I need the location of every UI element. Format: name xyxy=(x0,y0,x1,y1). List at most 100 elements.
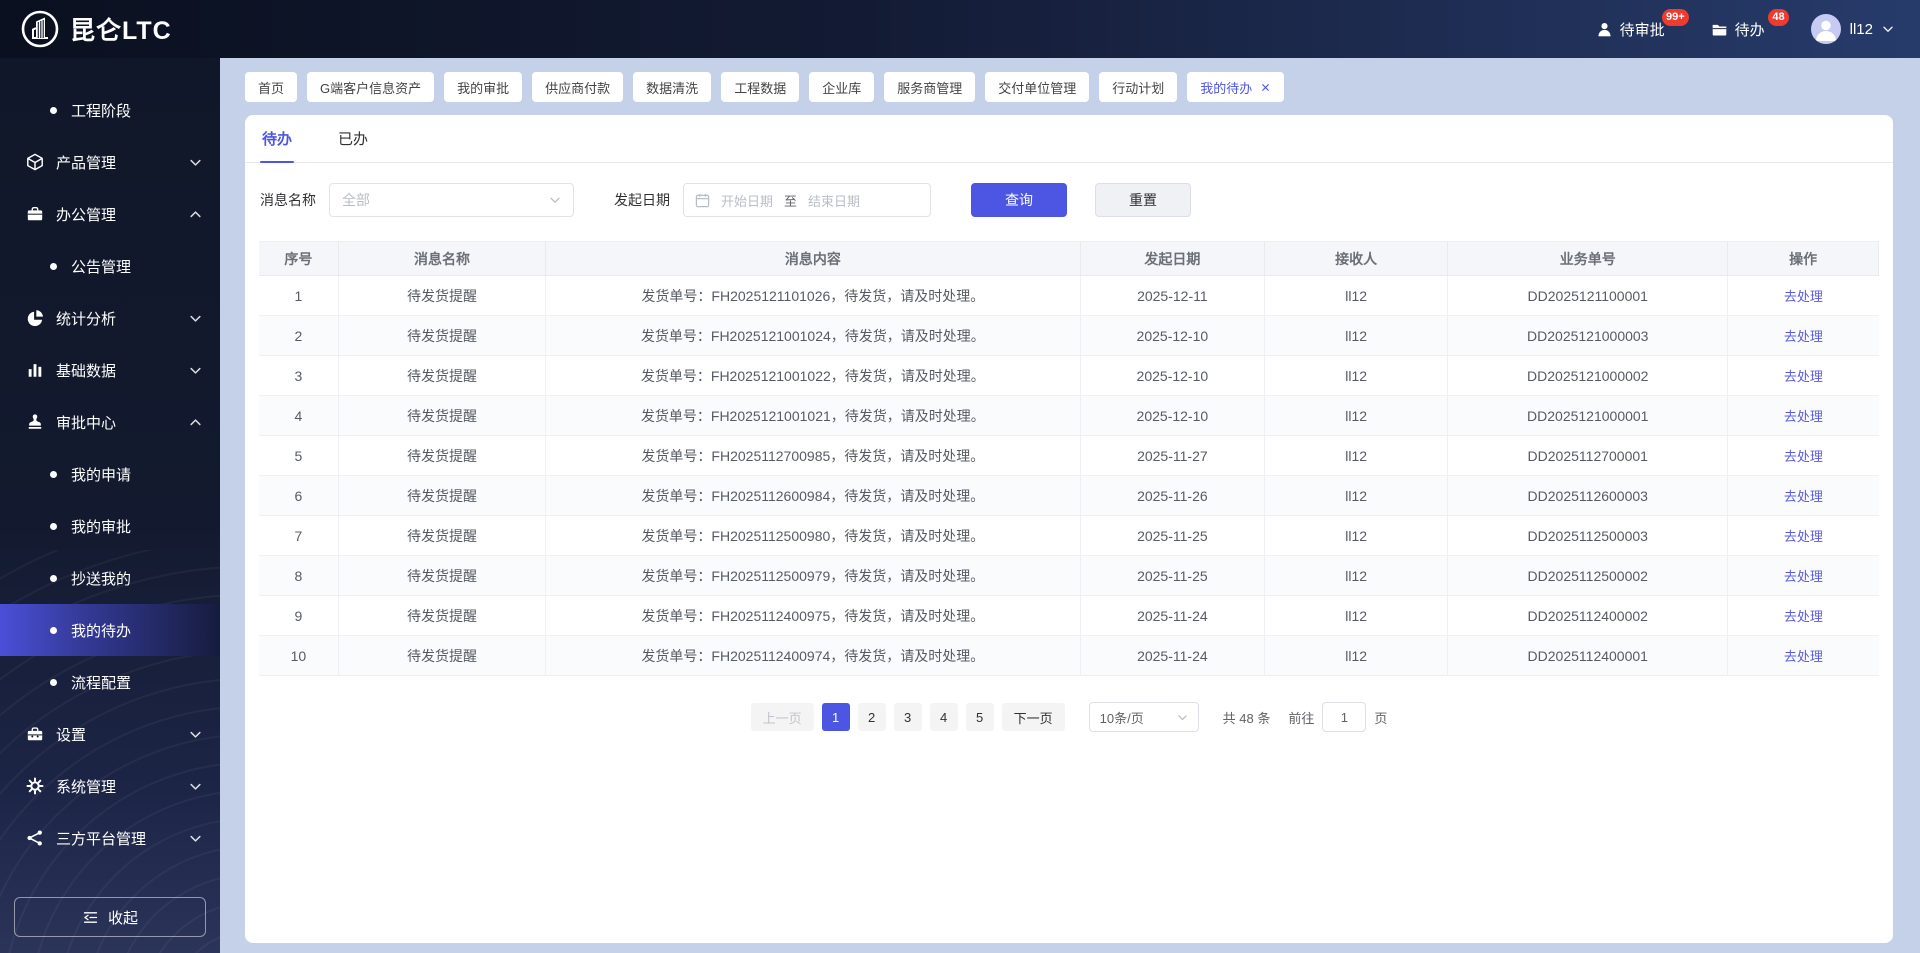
nav-tag[interactable]: 服务商管理 xyxy=(884,72,976,102)
sidebar-item-label: 流程配置 xyxy=(71,674,132,692)
next-page-button[interactable]: 下一页 xyxy=(1001,703,1065,731)
page-number-button[interactable]: 1 xyxy=(821,703,850,731)
table-cell: 2025-11-27 xyxy=(1080,435,1266,476)
page-number-button[interactable]: 3 xyxy=(893,703,922,731)
sidebar-item[interactable]: 工程阶段 xyxy=(0,84,220,136)
table-cell: 2025-12-10 xyxy=(1080,315,1266,356)
table-cell: DD2025112400001 xyxy=(1447,635,1729,676)
close-icon[interactable] xyxy=(1260,82,1271,93)
sidebar-item-label: 设置 xyxy=(56,726,87,744)
pending-approvals-button[interactable]: 待审批 99+ xyxy=(1596,8,1689,40)
sidebar-item[interactable]: 抄送我的 xyxy=(0,552,220,604)
nav-tag[interactable]: 行动计划 xyxy=(1099,72,1178,102)
handle-link[interactable]: 去处理 xyxy=(1784,329,1823,344)
nav-tag[interactable]: 我的待办 xyxy=(1187,72,1285,102)
handle-link[interactable]: 去处理 xyxy=(1784,609,1823,624)
table-cell: 6 xyxy=(259,475,339,516)
sidebar-item-label: 工程阶段 xyxy=(71,102,132,120)
table-cell: ll12 xyxy=(1264,355,1449,396)
page-number-button[interactable]: 5 xyxy=(965,703,994,731)
handle-link[interactable]: 去处理 xyxy=(1784,449,1823,464)
sidebar-item[interactable]: 基础数据 xyxy=(0,344,220,396)
sidebar-item[interactable]: 系统管理 xyxy=(0,760,220,812)
nav-tag-label: G端客户信息资产 xyxy=(320,80,422,96)
tab-label: 已办 xyxy=(338,131,369,148)
nav-tag[interactable]: 企业库 xyxy=(809,72,875,102)
page-number-button[interactable]: 4 xyxy=(929,703,958,731)
nav-tag[interactable]: 首页 xyxy=(245,72,298,102)
tab[interactable]: 已办 xyxy=(336,115,370,162)
nav-tag[interactable]: 数据清洗 xyxy=(633,72,712,102)
reset-button[interactable]: 重置 xyxy=(1095,183,1191,217)
prev-page-button[interactable]: 上一页 xyxy=(750,703,814,731)
table-cell: 待发货提醒 xyxy=(338,635,547,676)
goto-page-input[interactable] xyxy=(1322,702,1367,732)
search-button[interactable]: 查询 xyxy=(971,183,1067,217)
handle-link[interactable]: 去处理 xyxy=(1784,369,1823,384)
chevron-down-icon xyxy=(189,832,202,845)
filter-bar: 消息名称 全部 发起日期 开始日期 至 结束日期 查询 重置 xyxy=(245,163,1893,241)
table-row: 1 待发货提醒 发货单号：FH2025121101026，待发货，请及时处理。 202… xyxy=(259,275,1879,316)
goto-label: 前往 xyxy=(1288,710,1315,726)
nav-tag-label: 首页 xyxy=(258,80,285,96)
nav-tag-label: 服务商管理 xyxy=(897,80,963,96)
pie-chart-icon xyxy=(26,309,44,327)
sidebar-menu: 工程阶段 产品管理 办公管理 公告管理 统计分析 基础数据 审批中心 我的申请 … xyxy=(0,58,220,864)
topbar-right: 待审批 99+ 待办 48 ll12 xyxy=(1596,8,1894,44)
collapse-sidebar-button[interactable]: 收起 xyxy=(14,897,206,937)
sidebar-item[interactable]: 办公管理 xyxy=(0,188,220,240)
table-cell: ll12 xyxy=(1264,635,1449,676)
nav-tag[interactable]: 我的审批 xyxy=(444,72,523,102)
message-name-label: 消息名称 xyxy=(260,192,316,208)
table-cell: ll12 xyxy=(1264,315,1449,356)
sidebar-item[interactable]: 我的申请 xyxy=(0,448,220,500)
table-cell: 2025-12-10 xyxy=(1080,355,1266,396)
page-number-button[interactable]: 2 xyxy=(857,703,886,731)
folder-icon xyxy=(1711,21,1728,38)
column-header: 消息内容 xyxy=(545,241,1081,276)
nav-tag[interactable]: 供应商付款 xyxy=(532,72,624,102)
chevron-down-icon xyxy=(1177,712,1188,723)
briefcase-icon xyxy=(26,205,44,223)
table-cell: DD2025121000001 xyxy=(1447,395,1729,436)
sidebar-item[interactable]: 统计分析 xyxy=(0,292,220,344)
table-cell: 发货单号：FH2025121001022，待发货，请及时处理。 xyxy=(545,355,1081,396)
handle-link[interactable]: 去处理 xyxy=(1784,489,1823,504)
share-icon xyxy=(26,829,44,847)
chevron-down-icon xyxy=(189,780,202,793)
date-range-picker[interactable]: 开始日期 至 结束日期 xyxy=(683,183,931,217)
total-count: 共 48 条 xyxy=(1222,710,1271,726)
action-cell: 去处理 xyxy=(1727,275,1879,316)
sidebar-item[interactable]: 产品管理 xyxy=(0,136,220,188)
table-cell: 待发货提醒 xyxy=(338,555,547,596)
handle-link[interactable]: 去处理 xyxy=(1784,409,1823,424)
table-cell: DD2025112500002 xyxy=(1447,555,1729,596)
sidebar-item[interactable]: 我的待办 xyxy=(0,604,220,656)
table-row: 5 待发货提醒 发货单号：FH2025112700985，待发货，请及时处理。 202… xyxy=(259,435,1879,476)
todo-button[interactable]: 待办 48 xyxy=(1711,8,1789,40)
sidebar-item-label: 我的审批 xyxy=(71,518,132,536)
handle-link[interactable]: 去处理 xyxy=(1784,569,1823,584)
tab-label: 待办 xyxy=(262,131,293,148)
sidebar-item[interactable]: 公告管理 xyxy=(0,240,220,292)
nav-tag[interactable]: 工程数据 xyxy=(721,72,800,102)
handle-link[interactable]: 去处理 xyxy=(1784,649,1823,664)
sidebar-item[interactable]: 设置 xyxy=(0,708,220,760)
nav-tag[interactable]: 交付单位管理 xyxy=(985,72,1090,102)
nav-tag[interactable]: G端客户信息资产 xyxy=(307,72,435,102)
user-menu[interactable]: ll12 xyxy=(1810,14,1894,44)
handle-link[interactable]: 去处理 xyxy=(1784,289,1823,304)
sidebar-item[interactable]: 我的审批 xyxy=(0,500,220,552)
page-size-select[interactable]: 10条/页 xyxy=(1088,702,1199,732)
table-cell: 待发货提醒 xyxy=(338,475,547,516)
sidebar-item[interactable]: 流程配置 xyxy=(0,656,220,708)
handle-link[interactable]: 去处理 xyxy=(1784,529,1823,544)
sidebar-item[interactable]: 审批中心 xyxy=(0,396,220,448)
message-name-select[interactable]: 全部 xyxy=(329,183,574,217)
tab[interactable]: 待办 xyxy=(260,115,295,163)
sidebar-item[interactable]: 三方平台管理 xyxy=(0,812,220,864)
todo-table: 序号 消息名称 消息内容 发起日期 接收人 业务单号 操作 1 待发货提醒 发货单号：FH202… xyxy=(259,241,1879,676)
bar-chart-icon xyxy=(26,361,44,379)
sidebar-item-label: 基础数据 xyxy=(56,362,117,380)
person-icon xyxy=(1596,21,1613,38)
